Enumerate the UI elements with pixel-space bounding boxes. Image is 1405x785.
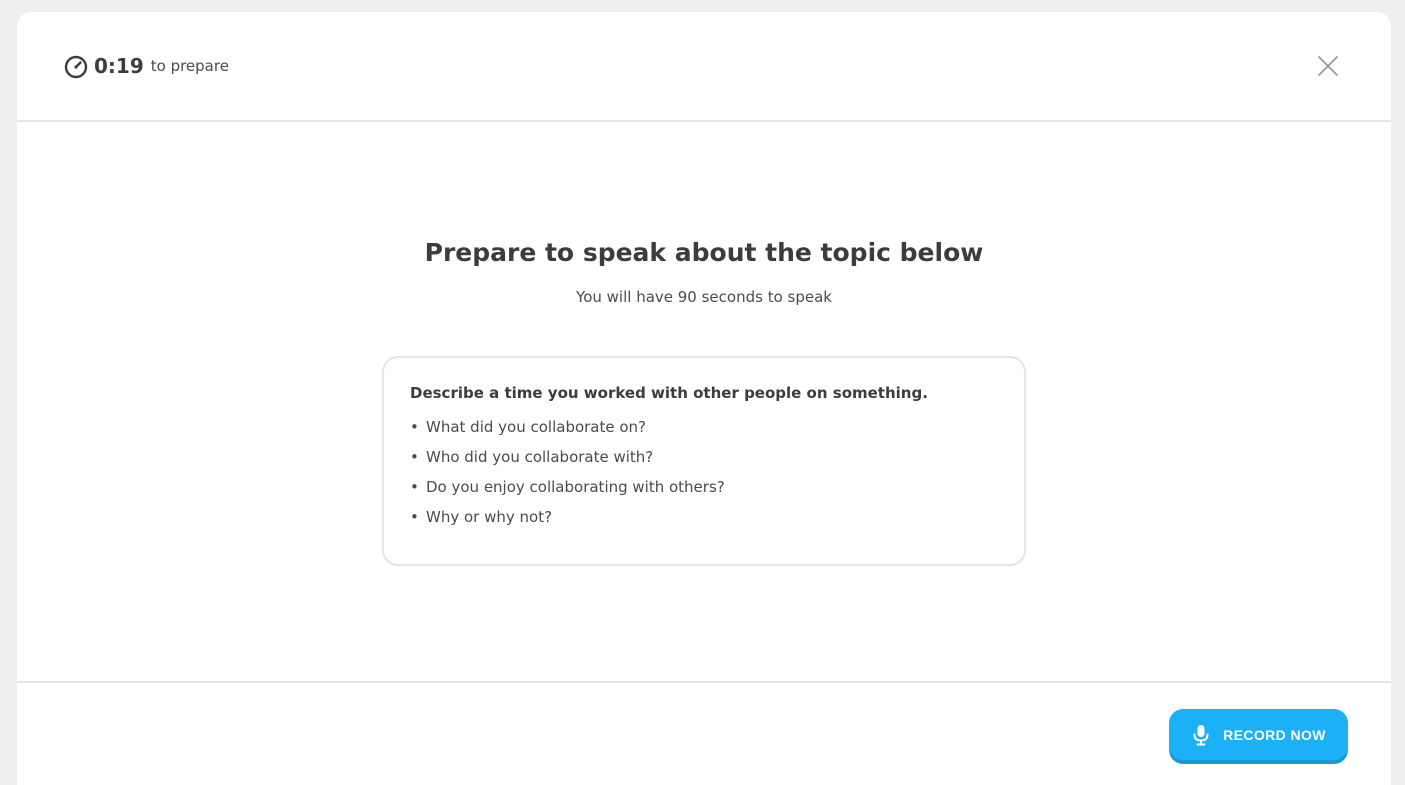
bullet-icon: •	[410, 508, 419, 526]
list-item: • Who did you collaborate with?	[410, 442, 998, 472]
bullet-icon: •	[410, 478, 419, 496]
bullet-text: Do you enjoy collaborating with others?	[426, 478, 725, 496]
close-icon	[1318, 56, 1338, 76]
prompt-question: Describe a time you worked with other pe…	[410, 384, 928, 402]
bullet-text: Why or why not?	[426, 508, 553, 526]
prompt-bullet-list: • What did you collaborate on? • Who did…	[410, 412, 998, 532]
main-content: Prepare to speak about the topic below Y…	[17, 124, 1391, 681]
bullet-text: Who did you collaborate with?	[426, 448, 654, 466]
timer-label: to prepare	[150, 57, 229, 75]
list-item: • What did you collaborate on?	[410, 412, 998, 442]
list-item: • Do you enjoy collaborating with others…	[410, 472, 998, 502]
prepare-timer: 0:19 to prepare	[63, 52, 229, 80]
microphone-icon	[1191, 724, 1211, 746]
bullet-icon: •	[410, 418, 419, 436]
close-button[interactable]	[1315, 53, 1341, 79]
record-now-button[interactable]: RECORD NOW	[1169, 709, 1348, 760]
card-header: 0:19 to prepare	[17, 12, 1391, 122]
stopwatch-icon	[63, 53, 89, 79]
speaking-card: 0:19 to prepare Prepare to speak about t…	[17, 12, 1391, 785]
bullet-icon: •	[410, 448, 419, 466]
record-button-label: RECORD NOW	[1223, 726, 1326, 743]
page-subtitle: You will have 90 seconds to speak	[576, 288, 832, 306]
list-item: • Why or why not?	[410, 502, 998, 532]
page-title: Prepare to speak about the topic below	[424, 238, 984, 267]
timer-value: 0:19	[94, 54, 144, 78]
card-footer: RECORD NOW	[17, 681, 1391, 785]
bullet-text: What did you collaborate on?	[426, 418, 647, 436]
prompt-box: Describe a time you worked with other pe…	[382, 356, 1026, 566]
